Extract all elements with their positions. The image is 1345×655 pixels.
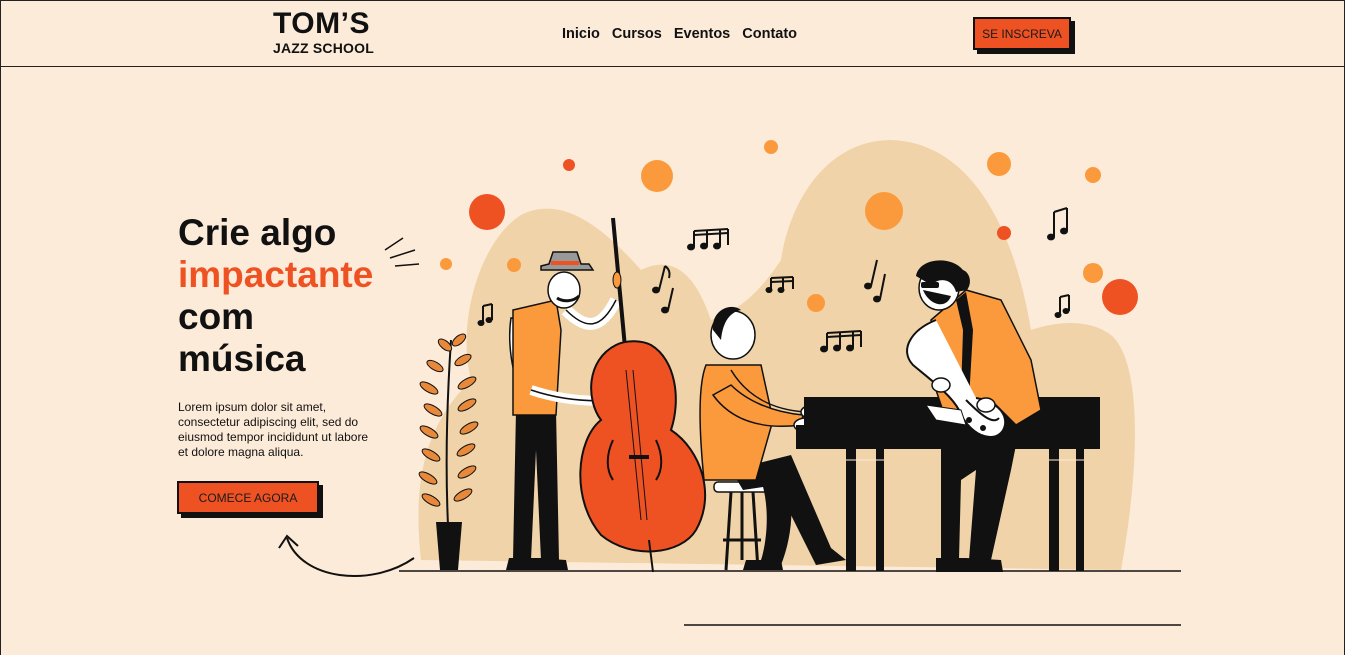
arrow-icon: [286, 537, 415, 577]
start-now-button[interactable]: COMECE AGORA: [177, 481, 319, 514]
sparkle-lines: [384, 237, 420, 267]
hero-title: Crie algo impactante com música: [178, 212, 373, 380]
hero-description: Lorem ipsum dolor sit amet, consectetur …: [178, 400, 369, 459]
hero-title-accent: impactante: [178, 254, 374, 295]
hero-title-line4: música: [178, 338, 306, 379]
landing-page: TOM’S JAZZ SCHOOL Inicio Cursos Eventos …: [0, 0, 1345, 655]
hero-title-line1: Crie algo: [178, 212, 337, 253]
hero-title-line3: com: [178, 296, 255, 337]
